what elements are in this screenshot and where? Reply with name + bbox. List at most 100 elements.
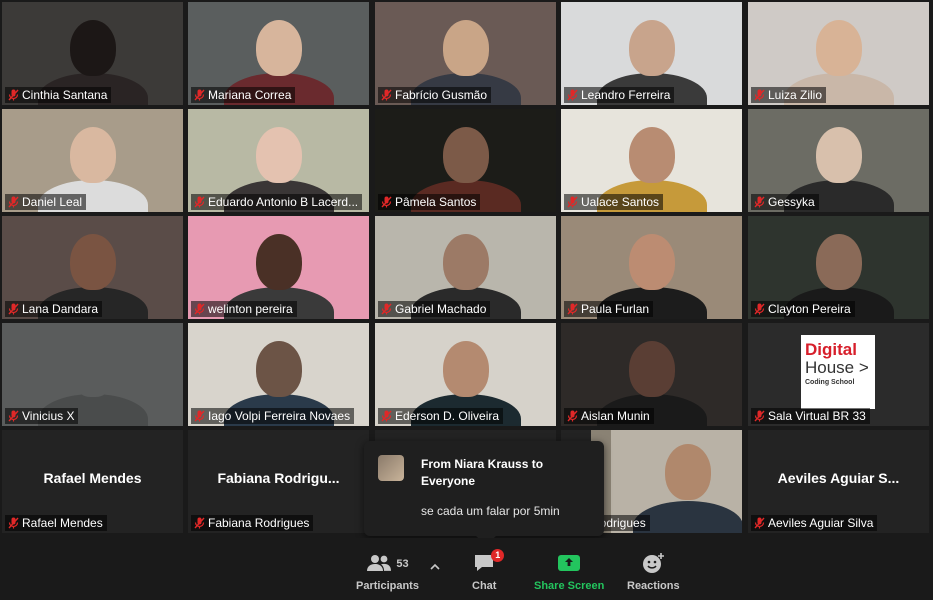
participant-face	[815, 20, 862, 76]
video-tile[interactable]: Aeviles Aguiar S... Aeviles Aguiar Silva	[748, 430, 929, 533]
mic-muted-icon	[754, 196, 765, 208]
video-tile[interactable]: Rafael Mendes Rafael Mendes	[2, 430, 183, 533]
participant-name-label: Gabriel Machado	[378, 301, 491, 317]
mic-muted-icon	[8, 303, 19, 315]
digital-house-logo: Digital House > Coding School	[801, 335, 875, 409]
participant-face	[815, 127, 862, 183]
participant-face	[442, 234, 489, 290]
video-tile[interactable]: Ualace Santos	[561, 109, 742, 212]
participant-name: Fabrício Gusmão	[395, 88, 488, 102]
mic-muted-icon	[8, 89, 19, 101]
mic-muted-icon	[194, 196, 205, 208]
video-tile[interactable]: Leandro Ferreira	[561, 2, 742, 105]
participant-name: Eduardo Antonio B Lacerd...	[208, 195, 359, 209]
participant-face	[255, 127, 302, 183]
participant-name-label: Clayton Pereira	[751, 301, 855, 317]
participant-name-label: Paula Furlan	[564, 301, 654, 317]
video-tile[interactable]: Iago Volpi Ferreira Novaes	[188, 323, 369, 426]
reactions-label: Reactions	[627, 580, 680, 592]
participant-name-label: Lana Dandara	[5, 301, 103, 317]
chat-button[interactable]: 1 Chat	[472, 549, 505, 592]
participant-name: Iago Volpi Ferreira Novaes	[208, 409, 351, 423]
participants-chevron-up-icon[interactable]	[430, 558, 440, 576]
participant-name: Gabriel Machado	[395, 302, 487, 316]
participant-name-label: Eduardo Antonio B Lacerd...	[191, 194, 363, 210]
video-tile[interactable]: Gessyka	[748, 109, 929, 212]
logo-line2: House >	[805, 358, 869, 377]
participant-name-label: Pâmela Santos	[378, 194, 481, 210]
participant-name: Fabiana Rodrigues	[208, 516, 310, 530]
participant-face	[255, 234, 302, 290]
participant-name-label: Iago Volpi Ferreira Novaes	[191, 408, 355, 424]
video-tile[interactable]: Cinthia Santana	[2, 2, 183, 105]
video-tile[interactable]: Lana Dandara	[2, 216, 183, 319]
participant-name: Rafael Mendes	[22, 516, 103, 530]
mic-muted-icon	[754, 517, 765, 529]
participant-name: Leandro Ferreira	[581, 88, 671, 102]
mic-muted-icon	[754, 410, 765, 422]
video-tile[interactable]: Digital House > Coding School Sala Virtual …	[748, 323, 929, 426]
chat-notification-popup[interactable]: From Niara Krauss to Everyone se cada um…	[364, 441, 604, 546]
participant-face	[69, 20, 116, 76]
participant-face	[442, 341, 489, 397]
video-tile[interactable]: Clayton Pereira	[748, 216, 929, 319]
participant-name-label: Aeviles Aguiar Silva	[751, 515, 878, 531]
participant-face	[628, 20, 675, 76]
participant-name: Cinthia Santana	[22, 88, 108, 102]
chat-message-text: se cada um falar por 5min	[421, 504, 560, 518]
video-tile[interactable]: Daniel Leal	[2, 109, 183, 212]
participant-display-name: Fabiana Rodrigu...	[217, 470, 340, 486]
participant-face	[815, 234, 862, 290]
participants-icon	[366, 553, 392, 576]
video-tile[interactable]: Fabiana Rodrigu... Fabiana Rodrigues	[188, 430, 369, 533]
participant-name: Vinicius X	[22, 409, 75, 423]
participant-name-label: Aislan Munin	[564, 408, 654, 424]
video-tile[interactable]: Vinicius X	[2, 323, 183, 426]
meeting-toolbar: 53 Participants 1 Chat Share Screen Reac…	[0, 538, 933, 600]
participant-name-label: welinton pereira	[191, 301, 297, 317]
participant-name-label: Vinicius X	[5, 408, 79, 424]
chat-label: Chat	[472, 580, 497, 592]
video-tile[interactable]: Luiza Zilio	[748, 2, 929, 105]
participant-name-label: Cinthia Santana	[5, 87, 112, 103]
mic-muted-icon	[567, 89, 578, 101]
participant-name-label: Daniel Leal	[5, 194, 87, 210]
participant-name: Clayton Pereira	[768, 302, 851, 316]
chat-sender-line: From Niara Krauss to Everyone	[421, 457, 544, 488]
video-tile[interactable]: Pâmela Santos	[375, 109, 556, 212]
video-tile[interactable]: Ederson D. Oliveira	[375, 323, 556, 426]
video-tile[interactable]: Aislan Munin	[561, 323, 742, 426]
share-screen-button[interactable]: Share Screen	[534, 552, 604, 592]
mic-muted-icon	[381, 303, 392, 315]
participant-name: Sala Virtual BR 33	[768, 409, 866, 423]
video-tile[interactable]: Mariana Correa	[188, 2, 369, 105]
participant-name-label: Mariana Correa	[191, 87, 296, 103]
video-tile[interactable]: Fabrício Gusmão	[375, 2, 556, 105]
mic-muted-icon	[194, 89, 205, 101]
participant-name: Ederson D. Oliveira	[395, 409, 500, 423]
participant-name: Luiza Zilio	[768, 88, 823, 102]
participant-face	[664, 444, 711, 500]
chat-unread-badge: 1	[491, 549, 505, 562]
video-tile[interactable]: Paula Furlan	[561, 216, 742, 319]
mic-muted-icon	[381, 196, 392, 208]
video-tile[interactable]: Gabriel Machado	[375, 216, 556, 319]
share-screen-icon	[557, 554, 581, 575]
participant-face	[628, 234, 675, 290]
participant-name: Paula Furlan	[581, 302, 650, 316]
reactions-button[interactable]: Reactions	[627, 552, 680, 592]
video-tile[interactable]: welinton pereira	[188, 216, 369, 319]
participant-face	[69, 234, 116, 290]
participant-name: Aeviles Aguiar Silva	[768, 516, 874, 530]
participant-name-label: Ualace Santos	[564, 194, 664, 210]
reactions-icon	[641, 552, 665, 577]
participants-count: 53	[396, 558, 409, 570]
video-tile[interactable]: Eduardo Antonio B Lacerd...	[188, 109, 369, 212]
participant-display-name: Rafael Mendes	[43, 470, 142, 486]
participant-face	[69, 127, 116, 183]
mic-muted-icon	[8, 410, 19, 422]
participants-button[interactable]: 53 Participants	[356, 552, 419, 592]
mic-muted-icon	[194, 517, 205, 529]
mic-muted-icon	[194, 410, 205, 422]
share-screen-label: Share Screen	[534, 580, 605, 592]
